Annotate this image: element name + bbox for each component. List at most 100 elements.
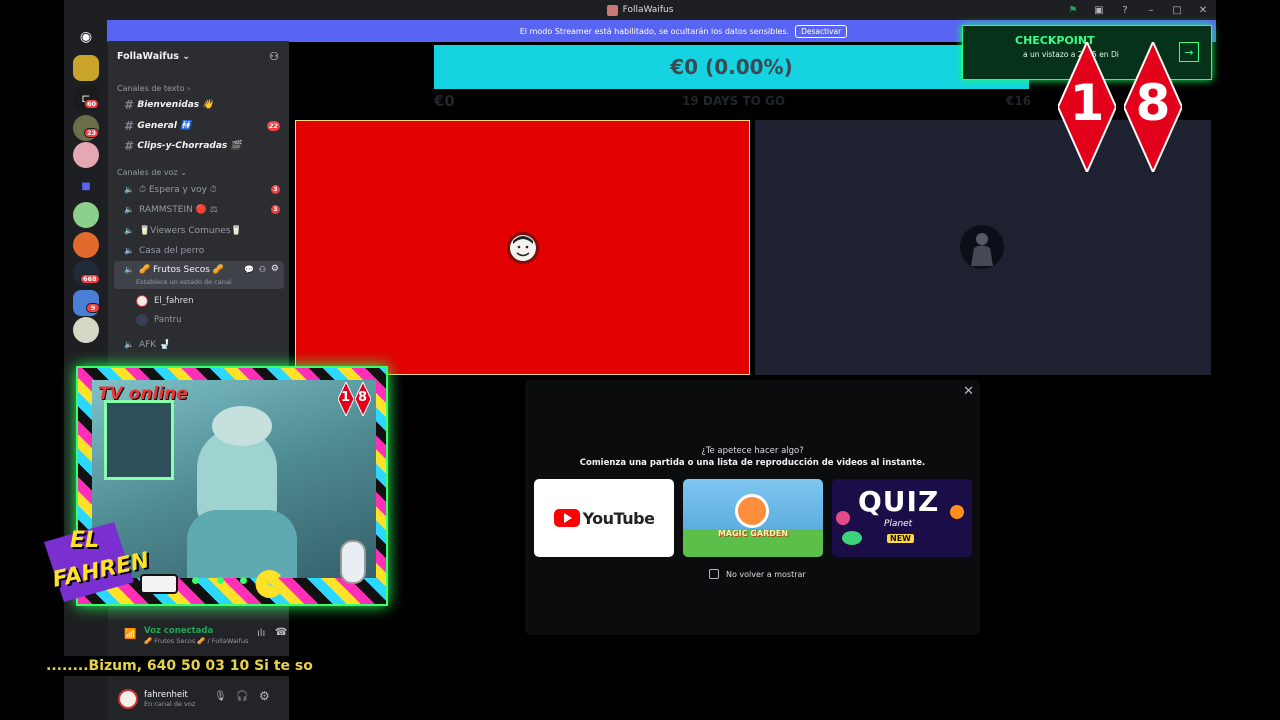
server-avatar[interactable] <box>73 232 99 258</box>
voice-channel-frutos-secos[interactable]: 🔈 🥜 Frutos Secos 🥜 💬 ⚇ ⚙ Establece un es… <box>114 261 284 289</box>
server-avatar[interactable] <box>73 202 99 228</box>
quiz-planet-activity-card[interactable]: QUIZ Planet NEW <box>832 479 972 557</box>
goal-target: €16 <box>1006 94 1032 108</box>
arrow-right-icon[interactable]: → <box>1179 42 1199 62</box>
invite-icon[interactable]: ⚇ <box>259 265 266 274</box>
age-digit-small: 8 <box>358 390 368 405</box>
voice-channel-casa[interactable]: 🔈 Casa del perro <box>114 241 284 260</box>
dont-show-option[interactable]: No volver a mostrar <box>709 569 806 579</box>
disable-streamer-button[interactable]: Desactivar <box>795 24 848 38</box>
magic-garden-mascot <box>735 494 769 528</box>
new-tag: NEW <box>887 534 914 543</box>
voice-user[interactable]: Pantru <box>136 311 182 328</box>
disconnect-icon[interactable]: ☎ <box>275 627 287 638</box>
voice-location[interactable]: 🥜 Frutos Secos 🥜 / FollaWaifus <box>144 637 248 645</box>
hash-icon: # <box>124 138 133 153</box>
activity-launcher: ✕ ¿Te apetece hacer algo? Comienza una p… <box>525 380 980 635</box>
microphone-icon[interactable]: 🎙 <box>214 691 227 702</box>
user-name[interactable]: fahrenheit <box>144 690 195 700</box>
title-bar: FollaWaifus ⚑ ▣ ? – □ ✕ <box>64 0 1216 20</box>
category-voice[interactable]: Canales de voz ⌄ <box>108 165 187 179</box>
astronaut-icon <box>340 540 366 584</box>
voice-status[interactable]: Voz conectada <box>144 626 213 636</box>
close-icon[interactable]: ✕ <box>963 384 974 399</box>
voice-channel-afk[interactable]: 🔈 AFK 🚽 <box>114 335 284 354</box>
age-digit-small: 1 <box>341 390 351 405</box>
folder-icon[interactable]: ■ <box>73 173 99 199</box>
server-avatar[interactable] <box>73 55 99 81</box>
channel-label: RAMMSTEIN 🔴 ⚖ <box>138 204 218 215</box>
quiz-planet-label: Planet <box>884 519 913 529</box>
channel-label: AFK 🚽 <box>138 339 171 350</box>
streamer-mode-text: El modo Streamer está habilitado, se ocu… <box>519 26 790 36</box>
youtube-activity-card[interactable]: YouTube <box>534 479 674 557</box>
hash-icon: # <box>124 97 133 112</box>
headphones-icon[interactable]: 🎧 <box>236 691 248 702</box>
channel-bienvenidas[interactable]: # Bienvenidas 👋 <box>114 95 284 114</box>
speaker-icon: 🔈 <box>124 185 134 194</box>
age-rating-digit: 1 <box>1069 74 1105 132</box>
avatar[interactable] <box>118 688 138 709</box>
user-avatar <box>960 225 1004 269</box>
channel-clips[interactable]: # Clips-y-Chorradas 🎬 <box>114 136 284 155</box>
voice-tile-speaking[interactable] <box>295 120 750 375</box>
user-settings-icon[interactable]: ⚙ <box>259 689 270 703</box>
magic-garden-activity-card[interactable]: MAGIC GARDEN <box>683 479 823 557</box>
chat-icon[interactable]: 💬 <box>244 265 254 274</box>
channel-label: Bienvenidas 👋 <box>137 99 214 110</box>
window-title: FollaWaifus <box>622 5 674 15</box>
avatar <box>136 294 148 307</box>
youtube-play-icon <box>553 509 580 527</box>
voice-channel-viewers[interactable]: 🔈 🥛Viewers Comunes🥛 <box>114 221 284 240</box>
channel-label: Clips-y-Chorradas 🎬 <box>137 140 242 151</box>
pacman-icon <box>255 570 281 598</box>
unread-badge: 60 <box>84 99 100 109</box>
user-status: En canal de voz <box>144 699 196 708</box>
add-member-icon[interactable]: ⚇ <box>269 50 279 63</box>
channel-label: ⏱ Espera y voy ⏱ <box>138 184 217 195</box>
gear-icon[interactable]: ⚙ <box>271 264 279 274</box>
voice-user[interactable]: El_fahren <box>136 292 194 309</box>
channel-general[interactable]: # General 🚻 22 <box>114 116 284 135</box>
discord-home-icon[interactable]: ◉ <box>73 24 99 50</box>
youtube-label: YouTube <box>582 508 655 528</box>
server-icon <box>606 4 618 16</box>
logo-text-el: EL <box>70 528 100 553</box>
channel-status-hint[interactable]: Establece un estado de canal <box>136 278 232 286</box>
user-count-badge: 3 <box>271 185 280 194</box>
activity-title: ¿Te apetece hacer algo? <box>701 446 804 456</box>
voice-channel-rammstein[interactable]: 🔈 RAMMSTEIN 🔴 ⚖ 3 <box>114 200 284 219</box>
goal-days: 19 DAYS TO GO <box>682 94 786 108</box>
channel-label: 🥛Viewers Comunes🥛 <box>138 225 242 236</box>
speaker-icon: 🔈 <box>124 226 134 235</box>
speaker-icon: 🔈 <box>124 265 134 274</box>
category-label: Canales de voz <box>117 167 178 177</box>
channel-label: General 🚻 <box>137 120 192 131</box>
user-count-badge: 3 <box>271 205 280 214</box>
server-name: FollaWaifus <box>117 50 179 62</box>
stream-goal-bar: €0 (0.00%) <box>434 45 1029 89</box>
joystick-icon <box>140 574 178 594</box>
voice-channel-espera[interactable]: 🔈 ⏱ Espera y voy ⏱ 3 <box>114 180 284 199</box>
noise-suppression-icon[interactable]: ılı <box>257 628 265 639</box>
speaker-icon: 🔈 <box>124 205 134 214</box>
category-text[interactable]: Canales de texto › <box>108 81 190 95</box>
screen-icon[interactable]: ▣ <box>1092 3 1106 17</box>
voice-user-name: El_fahren <box>154 295 194 306</box>
server-avatar[interactable] <box>73 317 99 343</box>
avatar <box>136 313 148 326</box>
server-header[interactable]: FollaWaifus ⌄ ⚇ <box>108 41 289 71</box>
minimize-button[interactable]: – <box>1144 3 1158 17</box>
chevron-down-icon: ⌄ <box>182 50 191 62</box>
age-rating-digit: 8 <box>1135 74 1171 132</box>
close-button[interactable]: ✕ <box>1196 3 1210 17</box>
server-avatar[interactable] <box>73 142 99 168</box>
maximize-button[interactable]: □ <box>1170 3 1184 17</box>
help-icon[interactable]: ? <box>1118 3 1132 17</box>
magic-garden-logo: MAGIC GARDEN <box>717 529 789 538</box>
unread-badge: 23 <box>84 128 100 138</box>
flag-icon[interactable]: ⚑ <box>1066 3 1080 17</box>
hash-icon: # <box>124 118 133 133</box>
checkbox[interactable] <box>709 569 719 579</box>
user-avatar <box>507 232 539 264</box>
